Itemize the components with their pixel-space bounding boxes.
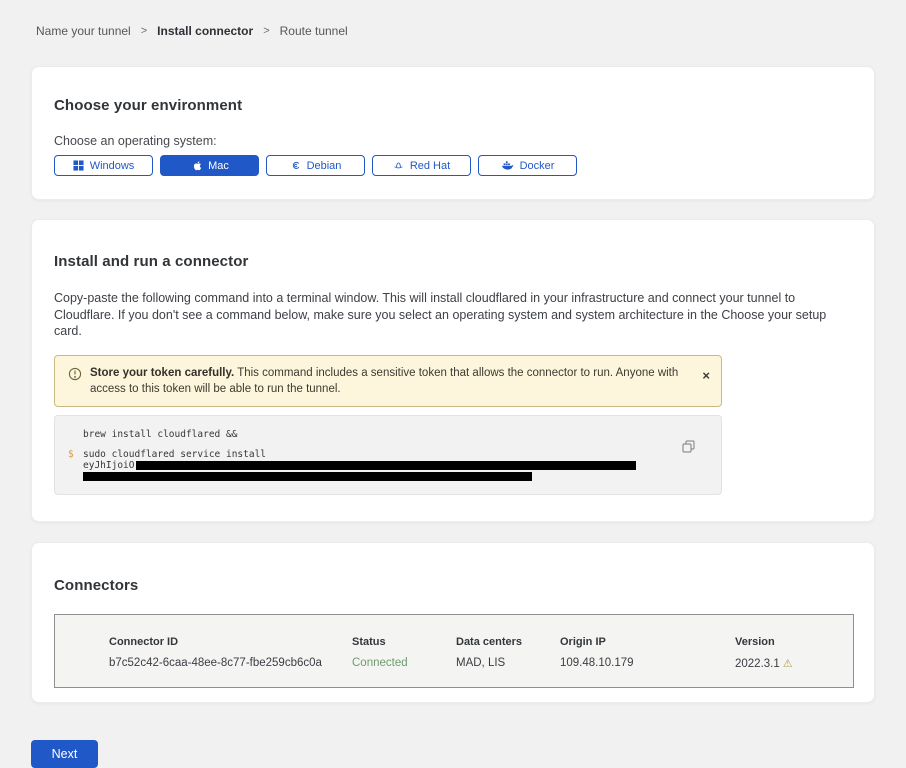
docker-icon <box>501 160 514 171</box>
install-connector-card: Install and run a connector Copy-paste t… <box>31 219 875 522</box>
prompt-spacer <box>68 471 83 481</box>
col-header-version: Version <box>735 636 843 648</box>
choose-environment-card: Choose your environment Choose an operat… <box>31 66 875 200</box>
code-line-token: eyJhIjoiO <box>68 461 681 472</box>
connector-status-value: Connected <box>352 657 456 670</box>
breadcrumb-step-install-connector[interactable]: Install connector <box>157 24 253 38</box>
install-card-title: Install and run a connector <box>54 253 852 270</box>
token-warning-title: Store your token carefully. <box>90 367 234 379</box>
code-text: brew install cloudflared && <box>83 430 237 441</box>
apple-icon <box>190 160 202 172</box>
col-header-data-centers: Data centers <box>456 636 560 648</box>
breadcrumb-separator: > <box>141 25 147 37</box>
redhat-icon <box>393 160 404 171</box>
windows-icon <box>73 160 84 171</box>
os-button-group: Windows Mac Debian Red Hat <box>54 155 852 176</box>
connectors-table: Connector ID Status Data centers Origin … <box>54 614 854 688</box>
breadcrumb-step-name-tunnel[interactable]: Name your tunnel <box>36 24 131 38</box>
install-instructions: Copy-paste the following command into a … <box>54 290 852 340</box>
prompt-spacer <box>68 430 83 441</box>
code-line-sudo: $ sudo cloudflared service install <box>68 450 681 461</box>
os-button-debian[interactable]: Debian <box>266 155 365 176</box>
os-button-label: Red Hat <box>410 160 450 172</box>
redacted-token-bar <box>136 461 636 470</box>
os-button-label: Mac <box>208 160 229 172</box>
prompt-spacer <box>68 461 83 472</box>
os-button-docker[interactable]: Docker <box>478 155 577 176</box>
close-icon[interactable]: × <box>702 369 710 382</box>
code-token-text: eyJhIjoiO <box>83 461 636 472</box>
col-header-status: Status <box>352 636 456 648</box>
breadcrumb: Name your tunnel > Install connector > R… <box>36 0 875 38</box>
token-warning-text: Store your token carefully. This command… <box>90 365 687 397</box>
os-select-label: Choose an operating system: <box>54 134 852 148</box>
os-button-label: Docker <box>520 160 555 172</box>
code-line-token-2 <box>68 471 681 481</box>
next-button[interactable]: Next <box>31 740 98 768</box>
breadcrumb-separator: > <box>263 25 269 37</box>
connector-version-value: 2022.3.1⚠ <box>735 657 843 670</box>
os-button-mac[interactable]: Mac <box>160 155 259 176</box>
install-command-block: brew install cloudflared && $ sudo cloud… <box>54 415 722 496</box>
os-button-label: Windows <box>90 160 135 172</box>
breadcrumb-step-route-tunnel[interactable]: Route tunnel <box>280 24 348 38</box>
redacted-token-bar <box>83 472 532 481</box>
code-line-brew: brew install cloudflared && <box>68 430 681 441</box>
os-button-windows[interactable]: Windows <box>54 155 153 176</box>
connector-data-centers-value: MAD, LIS <box>456 657 560 670</box>
os-button-redhat[interactable]: Red Hat <box>372 155 471 176</box>
col-header-connector-id: Connector ID <box>109 636 352 648</box>
debian-icon <box>290 160 301 171</box>
environment-card-title: Choose your environment <box>54 97 852 114</box>
os-button-label: Debian <box>307 160 342 172</box>
version-warning-icon: ⚠ <box>783 658 793 670</box>
shell-prompt: $ <box>68 450 83 461</box>
tunnel-setup-page: Name your tunnel > Install connector > R… <box>0 0 906 740</box>
connectors-card: Connectors Connector ID Status Data cent… <box>31 542 875 703</box>
connectors-card-title: Connectors <box>54 577 852 594</box>
copy-icon[interactable] <box>682 440 695 456</box>
connector-id-value: b7c52c42-6caa-48ee-8c77-fbe259cb6c0a <box>109 657 352 670</box>
alert-circle-icon <box>68 367 82 397</box>
token-warning-banner: Store your token carefully. This command… <box>54 355 722 407</box>
col-header-origin-ip: Origin IP <box>560 636 735 648</box>
connector-origin-ip-value: 109.48.10.179 <box>560 657 735 670</box>
